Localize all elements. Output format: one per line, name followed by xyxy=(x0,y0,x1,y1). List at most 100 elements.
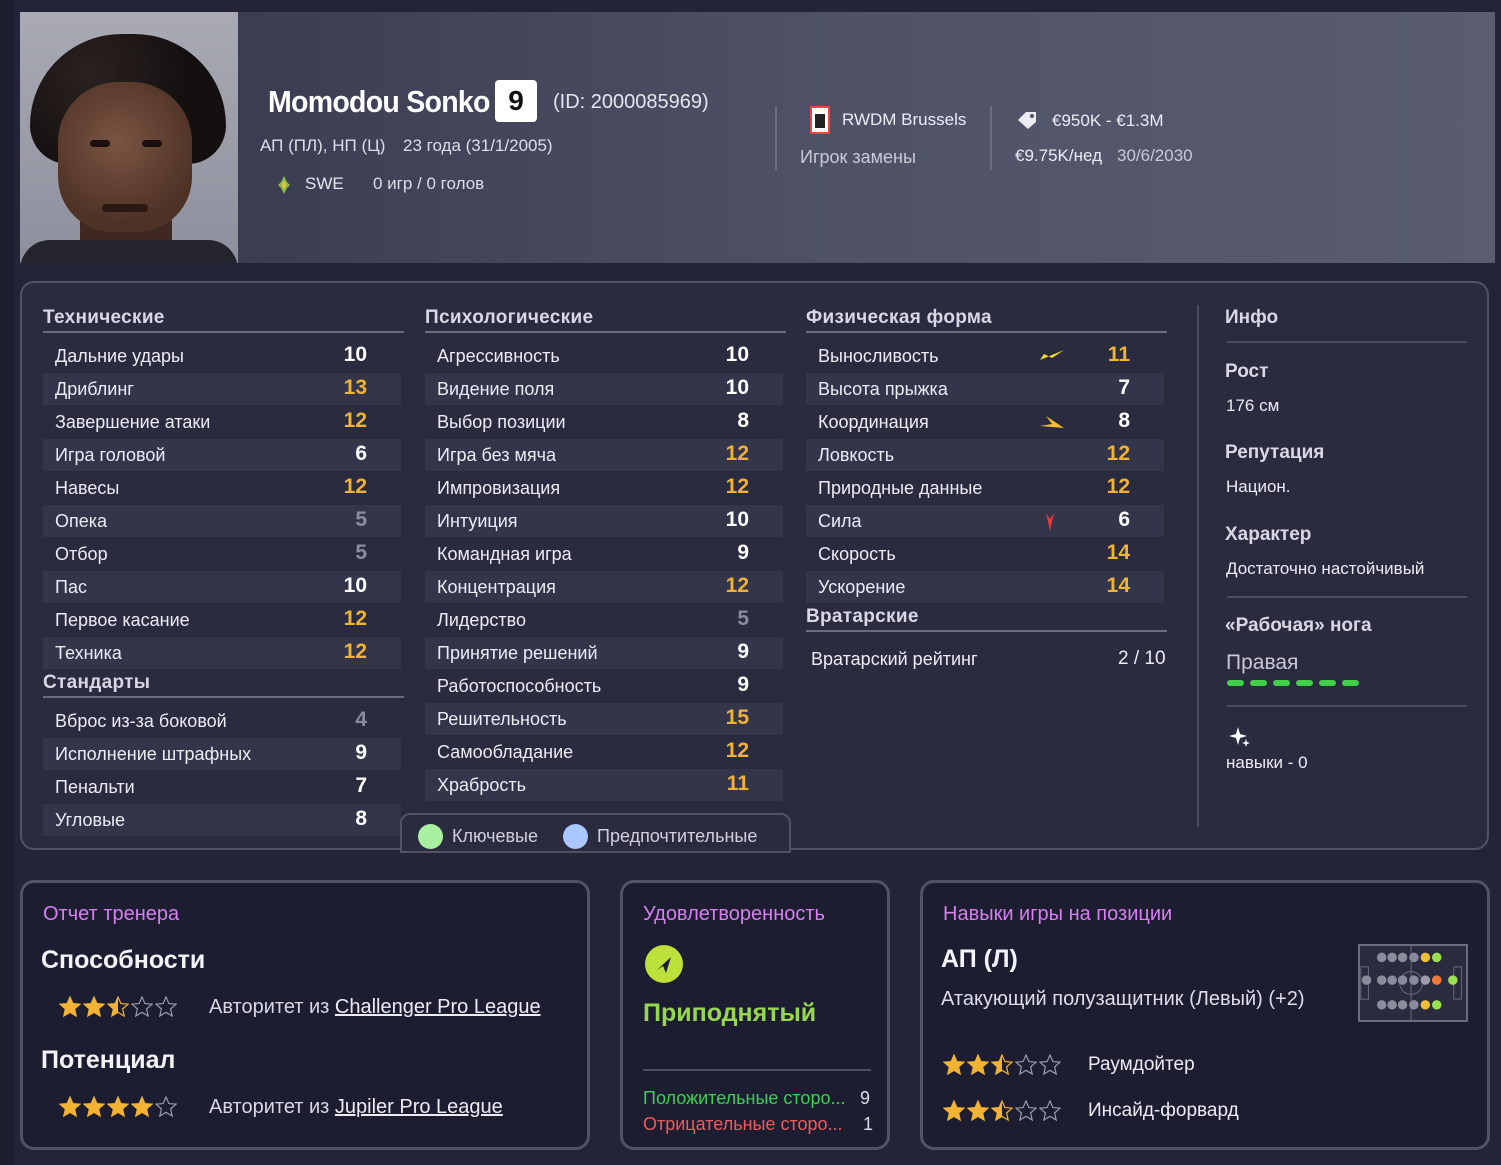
player-photo xyxy=(20,12,238,263)
negatives-label[interactable]: Отрицательные сторо... xyxy=(643,1114,843,1135)
coach-report-title[interactable]: Отчет тренера xyxy=(43,903,179,926)
sparkle-icon xyxy=(1229,727,1250,747)
potential-stars xyxy=(59,1096,179,1120)
left-edge xyxy=(0,0,14,1165)
club-name[interactable]: RWDM Brussels xyxy=(842,110,966,130)
pitch-position-map[interactable] xyxy=(1358,944,1468,1022)
attribute-value: 13 xyxy=(343,376,367,399)
mental-title: Психологические xyxy=(425,307,594,328)
star-icon xyxy=(1039,1054,1061,1076)
attribute-row[interactable]: Природные данные 12 xyxy=(806,472,1164,504)
role-stars xyxy=(943,1100,1063,1124)
attribute-row[interactable]: Техника 12 xyxy=(43,637,401,669)
attribute-row[interactable]: Выносливость 11 xyxy=(806,340,1164,372)
potential-league-link[interactable]: Jupiler Pro League xyxy=(335,1096,503,1118)
attribute-label: Дриблинг xyxy=(55,379,134,399)
attribute-row[interactable]: Высота прыжка 7 xyxy=(806,373,1164,405)
attribute-row[interactable]: Скорость 14 xyxy=(806,538,1164,570)
foot-bar-segment xyxy=(1319,680,1336,686)
attribute-label: Командная игра xyxy=(437,544,572,564)
attribute-row[interactable]: Игра без мяча 12 xyxy=(425,439,783,471)
attribute-value: 11 xyxy=(726,772,749,795)
role-stars xyxy=(943,1054,1063,1078)
attribute-value: 12 xyxy=(1106,475,1130,498)
attribute-row[interactable]: Навесы 12 xyxy=(43,472,401,504)
height-value: 176 см xyxy=(1226,396,1280,415)
info-divider xyxy=(1197,305,1199,827)
star-icon xyxy=(991,1100,1013,1122)
attribute-row[interactable]: Игра головой 6 xyxy=(43,439,401,471)
player-name: Momodou Sonko xyxy=(268,84,490,119)
attribute-value: 14 xyxy=(1106,541,1130,564)
attribute-row[interactable]: Угловые 8 xyxy=(43,804,401,836)
attribute-value: 15 xyxy=(725,706,749,729)
attribute-row[interactable]: Первое касание 12 xyxy=(43,604,401,636)
attribute-row[interactable]: Лидерство 5 xyxy=(425,604,783,636)
role-name[interactable]: Инсайд-форвард xyxy=(1088,1100,1239,1122)
attribute-row[interactable]: Решительность 15 xyxy=(425,703,783,735)
attribute-row[interactable]: Сила 6 xyxy=(806,505,1164,537)
attribute-row[interactable]: Ускорение 14 xyxy=(806,571,1164,603)
legend-preferred[interactable]: Предпочтительные xyxy=(597,826,757,847)
attribute-row[interactable]: Завершение атаки 12 xyxy=(43,406,401,438)
attribute-row[interactable]: Агрессивность 10 xyxy=(425,340,783,372)
attribute-row[interactable]: Дриблинг 13 xyxy=(43,373,401,405)
attribute-row[interactable]: Командная игра 9 xyxy=(425,538,783,570)
key-attributes-dot xyxy=(418,824,443,849)
legend-key[interactable]: Ключевые xyxy=(452,826,538,847)
attribute-row[interactable]: Интуиция 10 xyxy=(425,505,783,537)
star-icon xyxy=(59,1096,81,1118)
attribute-row[interactable]: Исполнение штрафных 9 xyxy=(43,738,401,770)
attribute-row[interactable]: Дальние удары 10 xyxy=(43,340,401,372)
personality-label: Характер xyxy=(1225,524,1312,545)
personality-value: Достаточно настойчивый xyxy=(1226,559,1425,578)
attribute-row[interactable]: Координация 8 xyxy=(806,406,1164,438)
attribute-value: 9 xyxy=(355,741,367,764)
preferred-attributes-dot xyxy=(563,824,588,849)
player-header: Momodou Sonko 9 (ID: 2000085969) АП (ПЛ)… xyxy=(20,12,1495,263)
attribute-value: 5 xyxy=(355,541,367,564)
star-icon xyxy=(107,996,129,1018)
attribute-value: 14 xyxy=(1106,574,1130,597)
attribute-row[interactable]: Храбрость 11 xyxy=(425,769,783,801)
negatives-count: 1 xyxy=(863,1114,874,1134)
attribute-row[interactable]: Принятие решений 9 xyxy=(425,637,783,669)
attribute-label: Пас xyxy=(55,577,87,597)
positives-label[interactable]: Положительные сторо... xyxy=(643,1088,845,1109)
attribute-label: Лидерство xyxy=(437,610,527,630)
attribute-row[interactable]: Отбор 5 xyxy=(43,538,401,570)
attribute-label: Скорость xyxy=(818,544,896,564)
attribute-row[interactable]: Ловкость 12 xyxy=(806,439,1164,471)
attribute-row[interactable]: Выбор позиции 8 xyxy=(425,406,783,438)
star-icon xyxy=(107,1096,129,1118)
appearances: 0 игр / 0 голов xyxy=(373,174,485,193)
mood-arrow-icon xyxy=(645,945,683,983)
attribute-row[interactable]: Импровизация 12 xyxy=(425,472,783,504)
attribute-value: 12 xyxy=(343,475,367,498)
attribute-label: Вброс из-за боковой xyxy=(55,711,227,731)
attribute-value: 12 xyxy=(343,640,367,663)
attribute-label: Агрессивность xyxy=(437,346,560,366)
preferred-foot-value: Правая xyxy=(1226,651,1299,674)
attribute-row[interactable]: Вброс из-за боковой 4 xyxy=(43,705,401,737)
happiness-title[interactable]: Удовлетворенность xyxy=(643,903,825,926)
attribute-row[interactable]: Видение поля 10 xyxy=(425,373,783,405)
position-skills-title[interactable]: Навыки игры на позиции xyxy=(943,903,1172,926)
attribute-row[interactable]: Опека 5 xyxy=(43,505,401,537)
attribute-row[interactable]: Работоспособность 9 xyxy=(425,670,783,702)
star-icon xyxy=(943,1100,965,1122)
attribute-row[interactable]: Пенальти 7 xyxy=(43,771,401,803)
attribute-label: Выбор позиции xyxy=(437,412,566,432)
skills-count[interactable]: навыки - 0 xyxy=(1226,753,1308,773)
star-icon xyxy=(83,996,105,1018)
star-icon xyxy=(131,1096,153,1118)
attribute-row[interactable]: Самообладание 12 xyxy=(425,736,783,768)
nationality[interactable]: SWE xyxy=(305,174,344,194)
attribute-label: Игра головой xyxy=(55,445,166,465)
attribute-row[interactable]: Пас 10 xyxy=(43,571,401,603)
star-icon xyxy=(155,1096,177,1118)
role-name[interactable]: Раумдойтер xyxy=(1088,1054,1195,1076)
star-icon xyxy=(155,996,177,1018)
attribute-row[interactable]: Концентрация 12 xyxy=(425,571,783,603)
ability-league-link[interactable]: Challenger Pro League xyxy=(335,996,541,1018)
